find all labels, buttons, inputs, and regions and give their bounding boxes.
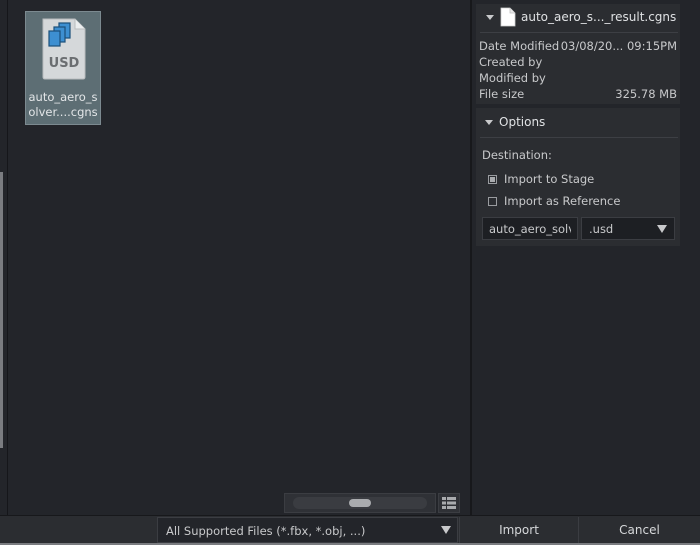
thumbnail-size-slider[interactable] <box>284 493 436 513</box>
meta-label: File size <box>479 87 525 101</box>
right-panel: auto_aero_s..._result.cgns Date Modified… <box>472 0 700 515</box>
usd-icon-label: USD <box>49 56 80 71</box>
import-to-stage-radio[interactable] <box>488 175 497 184</box>
left-edge-scrollbar[interactable] <box>0 172 3 448</box>
chevron-down-icon <box>657 225 667 233</box>
file-name: auto_aero_s olver....cgns <box>28 90 98 119</box>
meta-label: Modified by <box>479 71 546 85</box>
options-panel: Options Destination: Import to Stage Imp… <box>476 108 680 246</box>
file-tile[interactable]: USD auto_aero_s olver....cgns <box>25 11 101 125</box>
usd-file-icon: USD <box>42 18 86 80</box>
meta-value: 03/08/20... 09:15PM <box>560 39 677 53</box>
meta-row-date-modified: Date Modified 03/08/20... 09:15PM <box>479 39 677 55</box>
chevron-down-icon <box>441 526 451 534</box>
document-icon <box>500 7 516 27</box>
slider-thumb[interactable] <box>349 499 371 507</box>
info-divider <box>480 32 678 33</box>
output-name-input[interactable] <box>482 217 578 240</box>
extension-select[interactable]: .usd <box>581 217 675 240</box>
options-divider <box>480 137 678 138</box>
import-as-reference-radio[interactable] <box>488 197 497 206</box>
meta-value: 325.78 MB <box>615 87 677 101</box>
file-type-filter-label: All Supported Files (*.fbx, *.obj, ...) <box>166 524 366 538</box>
meta-row-file-size: File size 325.78 MB <box>479 87 677 103</box>
collapse-triangle-icon[interactable] <box>486 15 494 20</box>
bottom-bar: All Supported Files (*.fbx, *.obj, ...) … <box>0 515 700 545</box>
meta-label: Created by <box>479 55 543 69</box>
meta-row-created-by: Created by <box>479 55 677 71</box>
import-button[interactable]: Import <box>459 517 578 543</box>
slider-track[interactable] <box>293 497 427 509</box>
file-type-filter-select[interactable]: All Supported Files (*.fbx, *.obj, ...) <box>157 517 458 543</box>
meta-label: Date Modified <box>479 39 560 53</box>
import-as-reference-label[interactable]: Import as Reference <box>504 194 620 208</box>
extension-value: .usd <box>589 222 614 236</box>
options-title[interactable]: Options <box>499 115 545 129</box>
collapse-triangle-icon[interactable] <box>485 120 493 125</box>
info-filename: auto_aero_s..._result.cgns <box>521 10 677 24</box>
list-view-icon <box>442 497 456 509</box>
cancel-button[interactable]: Cancel <box>578 517 700 543</box>
destination-label: Destination: <box>482 148 552 162</box>
meta-row-modified-by: Modified by <box>479 71 677 87</box>
file-grid: USD auto_aero_s olver....cgns <box>8 0 470 515</box>
list-view-toggle[interactable] <box>438 493 460 513</box>
import-to-stage-label[interactable]: Import to Stage <box>504 172 594 186</box>
file-info-panel: auto_aero_s..._result.cgns Date Modified… <box>476 4 680 104</box>
